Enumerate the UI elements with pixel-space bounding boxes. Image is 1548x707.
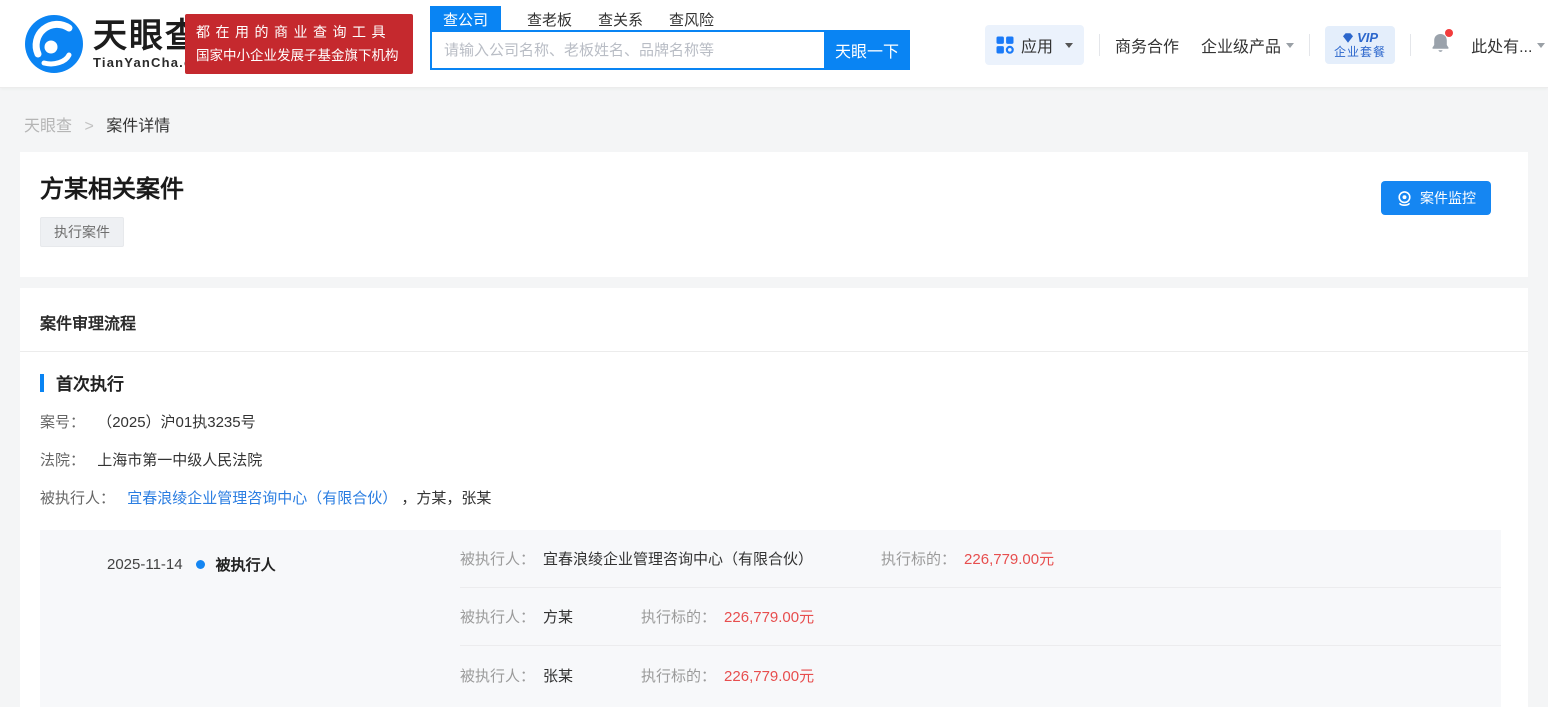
nav-cooperation[interactable]: 商务合作: [1115, 33, 1179, 57]
search-input[interactable]: [430, 30, 824, 70]
stage-title: 首次执行: [56, 375, 124, 394]
row-person-name: 方某: [543, 609, 574, 626]
chevron-down-icon: [1286, 42, 1295, 48]
court-field: 法院： 上海市第一中级人民法院: [40, 450, 1508, 471]
case-monitor-label: 案件监控: [1420, 190, 1476, 206]
row-amount-label: 执行标的：: [881, 551, 957, 568]
promo-banner[interactable]: 都在用的商业查询工具 国家中小企业发展子基金旗下机构: [185, 14, 413, 74]
timeline-date: 2025-11-14: [107, 556, 183, 573]
chevron-down-icon: [1065, 42, 1074, 48]
timeline-block: 2025-11-14 被执行人 被执行人： 宜春浪绫企业管理咨询中心（有限合伙）…: [40, 530, 1501, 707]
breadcrumb-current: 案件详情: [106, 118, 171, 135]
table-row: 被执行人： 张某 执行标的： 226,779.00元: [460, 646, 1501, 704]
timeline-event: 2025-11-14 被执行人: [107, 554, 276, 575]
search-button[interactable]: 天眼一下: [824, 30, 910, 70]
nav-divider: [1099, 34, 1101, 56]
stage-header: 首次执行: [40, 370, 1508, 395]
court-value: 上海市第一中级人民法院: [97, 452, 263, 469]
vip-package-badge[interactable]: VIP 企业套餐: [1325, 26, 1396, 64]
executee-company-link[interactable]: 宜春浪绫企业管理咨询中心（有限合伙）: [127, 490, 397, 507]
apps-grid-icon: [996, 36, 1014, 54]
row-company-link[interactable]: 宜春浪绫企业管理咨询中心（有限合伙）: [543, 548, 813, 569]
user-menu[interactable]: 此处有...: [1471, 33, 1546, 57]
page-title: 方某相关案件: [40, 176, 184, 203]
search-bar: 天眼一下: [430, 30, 910, 70]
vip-sublabel: 企业套餐: [1334, 45, 1387, 59]
notification-dot: [1445, 28, 1454, 37]
row-amount-value: 226,779.00元: [964, 551, 1055, 568]
breadcrumb: 天眼查 > 案件详情: [0, 88, 1548, 152]
row-amount-label: 执行标的：: [641, 667, 717, 685]
case-type-tag: 执行案件: [40, 217, 124, 247]
header-nav: 应用 商务合作 企业级产品 VIP 企业套餐 此处有...: [985, 24, 1546, 66]
court-label: 法院：: [40, 452, 86, 469]
notification-bell[interactable]: [1430, 28, 1454, 59]
timeline-dot-icon: [195, 560, 205, 569]
stage-accent-bar: [40, 373, 44, 392]
section-divider: [20, 351, 1528, 352]
row-executee-label: 被执行人：: [460, 609, 536, 626]
promo-banner-line2: 国家中小企业发展子基金旗下机构: [196, 48, 399, 63]
nav-divider: [1309, 34, 1311, 56]
row-amount-value: 226,779.00元: [724, 609, 815, 626]
section-title: 案件审理流程: [40, 316, 137, 333]
timeline-rows: 被执行人： 宜春浪绫企业管理咨询中心（有限合伙） 执行标的： 226,779.0…: [460, 530, 1501, 704]
executee-others: ，方某，张某: [401, 490, 492, 507]
vip-gem-icon: [1343, 32, 1354, 43]
page: 天眼查 TianYanCha.com 都在用的商业查询工具 国家中小企业发展子基…: [0, 0, 1548, 707]
promo-banner-line1: 都在用的商业查询工具: [196, 24, 391, 40]
row-amount-value: 226,779.00元: [724, 667, 815, 685]
case-header-card: 方某相关案件 执行案件 案件监控: [20, 152, 1528, 277]
tianyancha-logo-icon: [25, 15, 83, 73]
row-executee-label: 被执行人：: [460, 667, 536, 685]
case-process-card: 案件审理流程 首次执行 案号： （2025）沪01执3235号 法院： 上海市第…: [20, 288, 1528, 707]
case-number-label: 案号：: [40, 414, 86, 431]
nav-divider: [1410, 34, 1412, 56]
vip-label: VIP: [1357, 30, 1379, 45]
breadcrumb-home[interactable]: 天眼查: [24, 118, 72, 135]
nav-enterprise[interactable]: 企业级产品: [1201, 33, 1281, 57]
case-number-field: 案号： （2025）沪01执3235号: [40, 412, 1508, 433]
row-person-name: 张某: [543, 667, 574, 685]
header: 天眼查 TianYanCha.com 都在用的商业查询工具 国家中小企业发展子基…: [0, 0, 1548, 88]
case-number-value: （2025）沪01执3235号: [97, 414, 256, 431]
table-row: 被执行人： 方某 执行标的： 226,779.00元: [460, 588, 1501, 646]
row-amount-label: 执行标的：: [641, 609, 717, 626]
case-monitor-button[interactable]: 案件监控: [1381, 181, 1491, 215]
user-menu-label: 此处有...: [1471, 39, 1533, 56]
row-executee-label: 被执行人：: [460, 551, 536, 568]
apps-menu-label: 应用: [1021, 39, 1054, 56]
table-row: 被执行人： 宜春浪绫企业管理咨询中心（有限合伙） 执行标的： 226,779.0…: [460, 530, 1501, 588]
timeline-event-label: 被执行人: [215, 557, 276, 574]
apps-menu[interactable]: 应用: [985, 25, 1085, 65]
monitor-camera-icon: [1398, 190, 1411, 206]
executee-label: 被执行人：: [40, 490, 116, 507]
chevron-down-icon: [1537, 42, 1546, 48]
executee-field: 被执行人： 宜春浪绫企业管理咨询中心（有限合伙） ，方某，张某: [40, 488, 1508, 509]
breadcrumb-separator: >: [84, 118, 94, 135]
